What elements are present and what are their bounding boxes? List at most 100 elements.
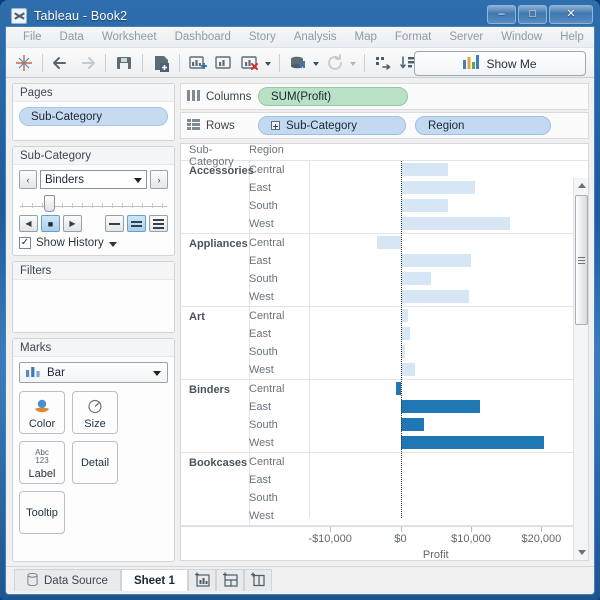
show-history-row[interactable]: ✓ Show History <box>19 237 168 249</box>
scroll-down-arrow-icon[interactable] <box>574 545 589 560</box>
playback-back-button[interactable]: ◀ <box>19 215 38 232</box>
bar-mark[interactable] <box>401 309 408 322</box>
bar-mark[interactable] <box>401 272 431 285</box>
new-dashboard-icon[interactable] <box>186 51 210 75</box>
back-arrow-icon[interactable] <box>49 51 73 75</box>
playback-stop-button[interactable]: ■ <box>41 215 60 232</box>
duplicate-sheet-icon[interactable] <box>212 51 236 75</box>
pages-pill-subcategory[interactable]: Sub-Category <box>19 107 168 126</box>
menu-map[interactable]: Map <box>346 29 386 45</box>
page-slider[interactable] <box>20 195 167 213</box>
bar-mark[interactable] <box>401 400 481 413</box>
bar-mark[interactable] <box>401 163 449 176</box>
region-label[interactable]: South <box>249 273 309 285</box>
region-label[interactable]: West <box>249 437 309 449</box>
show-me-button[interactable]: Show Me <box>414 51 586 76</box>
bar-mark[interactable] <box>401 290 469 303</box>
scroll-up-arrow-icon[interactable] <box>574 178 589 193</box>
new-story-tab-button[interactable] <box>244 569 272 591</box>
region-label[interactable]: Central <box>249 383 309 395</box>
region-label[interactable]: East <box>249 255 309 267</box>
close-button[interactable]: ✕ <box>549 5 593 24</box>
clear-sheet-dropdown-caret-icon[interactable] <box>264 51 273 75</box>
maximize-button[interactable]: □ <box>518 5 547 24</box>
bar-mark[interactable] <box>377 236 401 249</box>
region-label[interactable]: West <box>249 364 309 376</box>
page-slider-thumb[interactable] <box>44 195 55 212</box>
region-label[interactable]: West <box>249 291 309 303</box>
playback-speed-slow-button[interactable] <box>105 215 124 232</box>
scrollbar-thumb[interactable] <box>575 195 588 325</box>
bar-mark[interactable] <box>401 363 416 376</box>
sub-category-label[interactable]: Bookcases <box>181 453 249 525</box>
bar-mark[interactable] <box>401 327 411 340</box>
playback-play-button[interactable]: ▶ <box>63 215 82 232</box>
region-label[interactable]: East <box>249 474 309 486</box>
vertical-scrollbar[interactable] <box>573 178 588 560</box>
region-label[interactable]: Central <box>249 237 309 249</box>
menu-help[interactable]: Help <box>551 29 593 45</box>
region-label[interactable]: East <box>249 328 309 340</box>
region-label[interactable]: East <box>249 401 309 413</box>
region-label[interactable]: Central <box>249 164 309 176</box>
pill-sum-profit[interactable]: SUM(Profit) <box>258 87 408 106</box>
swap-rows-columns-icon[interactable] <box>371 51 395 75</box>
sub-category-label[interactable]: Appliances <box>181 234 249 306</box>
expand-plus-icon[interactable] <box>271 121 280 130</box>
menu-worksheet[interactable]: Worksheet <box>93 29 166 45</box>
marks-tooltip-button[interactable]: Tooltip <box>19 491 65 534</box>
menu-story[interactable]: Story <box>240 29 285 45</box>
bar-mark[interactable] <box>401 436 545 449</box>
region-label[interactable]: South <box>249 346 309 358</box>
sub-category-label[interactable]: Accessories <box>181 161 249 233</box>
new-worksheet-icon[interactable] <box>149 51 173 75</box>
menu-analysis[interactable]: Analysis <box>285 29 346 45</box>
page-next-button[interactable]: › <box>150 170 168 189</box>
menu-window[interactable]: Window <box>492 29 551 45</box>
rows-shelf[interactable]: Rows Sub-Category Region <box>180 112 589 139</box>
clear-sheet-icon[interactable] <box>238 51 262 75</box>
data-source-icon[interactable] <box>286 51 310 75</box>
marks-size-button[interactable]: Size <box>72 391 118 434</box>
sheet-tab-sheet1[interactable]: Sheet 1 <box>121 569 188 591</box>
menu-server[interactable]: Server <box>440 29 492 45</box>
tableau-home-icon[interactable] <box>12 51 36 75</box>
region-label[interactable]: Central <box>249 310 309 322</box>
bar-mark[interactable] <box>401 418 424 431</box>
bar-mark[interactable] <box>401 254 471 267</box>
region-label[interactable]: West <box>249 218 309 230</box>
pill-region[interactable]: Region <box>415 116 551 135</box>
data-source-tab[interactable]: Data Source <box>14 569 121 591</box>
menu-data[interactable]: Data <box>51 29 93 45</box>
page-value-dropdown[interactable]: Binders <box>40 170 147 189</box>
bar-mark[interactable] <box>401 199 449 212</box>
region-label[interactable]: South <box>249 419 309 431</box>
filters-dropzone[interactable] <box>13 280 174 291</box>
columns-shelf[interactable]: Columns SUM(Profit) <box>180 83 589 110</box>
show-history-checkbox[interactable]: ✓ <box>19 237 31 249</box>
region-label[interactable]: South <box>249 200 309 212</box>
bar-mark[interactable] <box>401 181 476 194</box>
region-label[interactable]: Central <box>249 456 309 468</box>
marks-color-button[interactable]: Color <box>19 391 65 434</box>
marks-detail-button[interactable]: Detail <box>72 441 118 484</box>
sub-category-label[interactable]: Binders <box>181 380 249 452</box>
region-label[interactable]: South <box>249 492 309 504</box>
region-label[interactable]: West <box>249 510 309 522</box>
sub-category-label[interactable]: Art <box>181 307 249 379</box>
mark-type-dropdown[interactable]: Bar <box>19 362 168 383</box>
menu-file[interactable]: File <box>14 29 51 45</box>
new-dashboard-tab-button[interactable] <box>216 569 244 591</box>
minimize-button[interactable]: – <box>487 5 516 24</box>
pill-sub-category[interactable]: Sub-Category <box>258 116 406 135</box>
data-source-dropdown-caret-icon[interactable] <box>312 51 321 75</box>
menu-format[interactable]: Format <box>386 29 440 45</box>
show-history-chevron-down-icon[interactable] <box>109 242 117 247</box>
page-prev-button[interactable]: ‹ <box>19 170 37 189</box>
marks-label-button[interactable]: Abc123 Label <box>19 441 65 484</box>
region-label[interactable]: East <box>249 182 309 194</box>
bar-mark[interactable] <box>401 217 511 230</box>
save-icon[interactable] <box>112 51 136 75</box>
playback-speed-medium-button[interactable] <box>127 215 146 232</box>
menu-dashboard[interactable]: Dashboard <box>166 29 240 45</box>
